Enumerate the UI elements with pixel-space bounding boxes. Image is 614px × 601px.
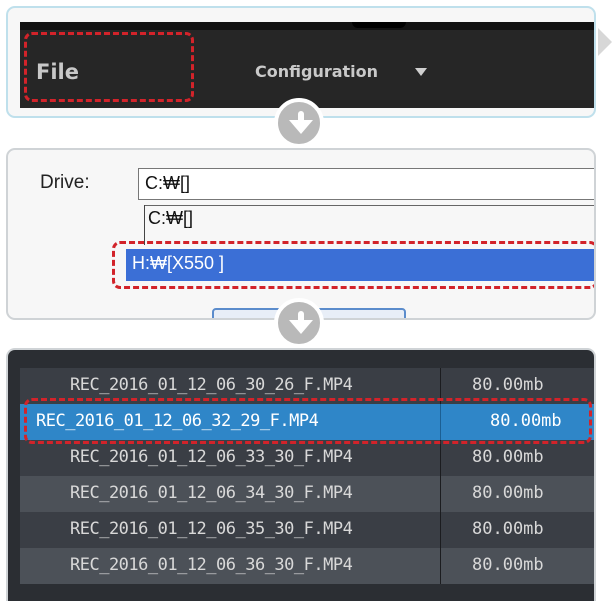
drive-list-top-border <box>144 205 594 206</box>
drive-option-c[interactable]: C:₩[] <box>148 208 193 228</box>
configuration-menu[interactable]: Configuration <box>255 62 378 81</box>
file-row[interactable]: REC_2016_01_12_06_35_30_F.MP4 80.00mb <box>20 512 594 548</box>
file-row[interactable]: REC_2016_01_12_06_36_30_F.MP4 80.00mb <box>20 548 594 584</box>
drive-highlight-box <box>112 241 594 289</box>
file-name: REC_2016_01_12_06_34_30_F.MP4 <box>70 483 353 503</box>
down-arrow-icon <box>274 298 324 348</box>
file-name: REC_2016_01_12_06_33_30_F.MP4 <box>70 447 353 467</box>
menu-bar-notch <box>352 22 406 28</box>
drive-select-value: C:₩[] <box>145 173 190 193</box>
menu-bar-top-strip <box>20 22 594 30</box>
file-highlight-box <box>24 398 592 444</box>
file-size: 80.00mb <box>472 447 544 467</box>
file-size: 80.00mb <box>472 375 544 395</box>
file-name: REC_2016_01_12_06_30_26_F.MP4 <box>70 375 353 395</box>
step3-panel: REC_2016_01_12_06_30_26_F.MP4 80.00mb RE… <box>6 348 596 601</box>
down-arrow-icon <box>274 98 324 148</box>
file-row[interactable]: REC_2016_01_12_06_33_30_F.MP4 80.00mb <box>20 440 594 476</box>
file-size: 80.00mb <box>472 519 544 539</box>
file-highlight-box <box>24 32 194 102</box>
file-row[interactable]: REC_2016_01_12_06_34_30_F.MP4 80.00mb <box>20 476 594 512</box>
drive-select[interactable]: C:₩[] <box>138 168 594 200</box>
file-name: REC_2016_01_12_06_36_30_F.MP4 <box>70 555 353 575</box>
file-name: REC_2016_01_12_06_35_30_F.MP4 <box>70 519 353 539</box>
column-divider <box>440 476 441 512</box>
dropdown-arrow-icon[interactable] <box>415 68 427 76</box>
drive-label: Drive: <box>40 172 90 193</box>
column-divider <box>440 512 441 548</box>
file-size: 80.00mb <box>472 555 544 575</box>
step2-panel: Drive: C:₩[] C:₩[] H:₩[X550 ] <box>6 148 596 320</box>
file-size: 80.00mb <box>472 483 544 503</box>
column-divider <box>440 440 441 476</box>
column-divider <box>440 548 441 584</box>
next-arrow-icon <box>598 28 612 56</box>
